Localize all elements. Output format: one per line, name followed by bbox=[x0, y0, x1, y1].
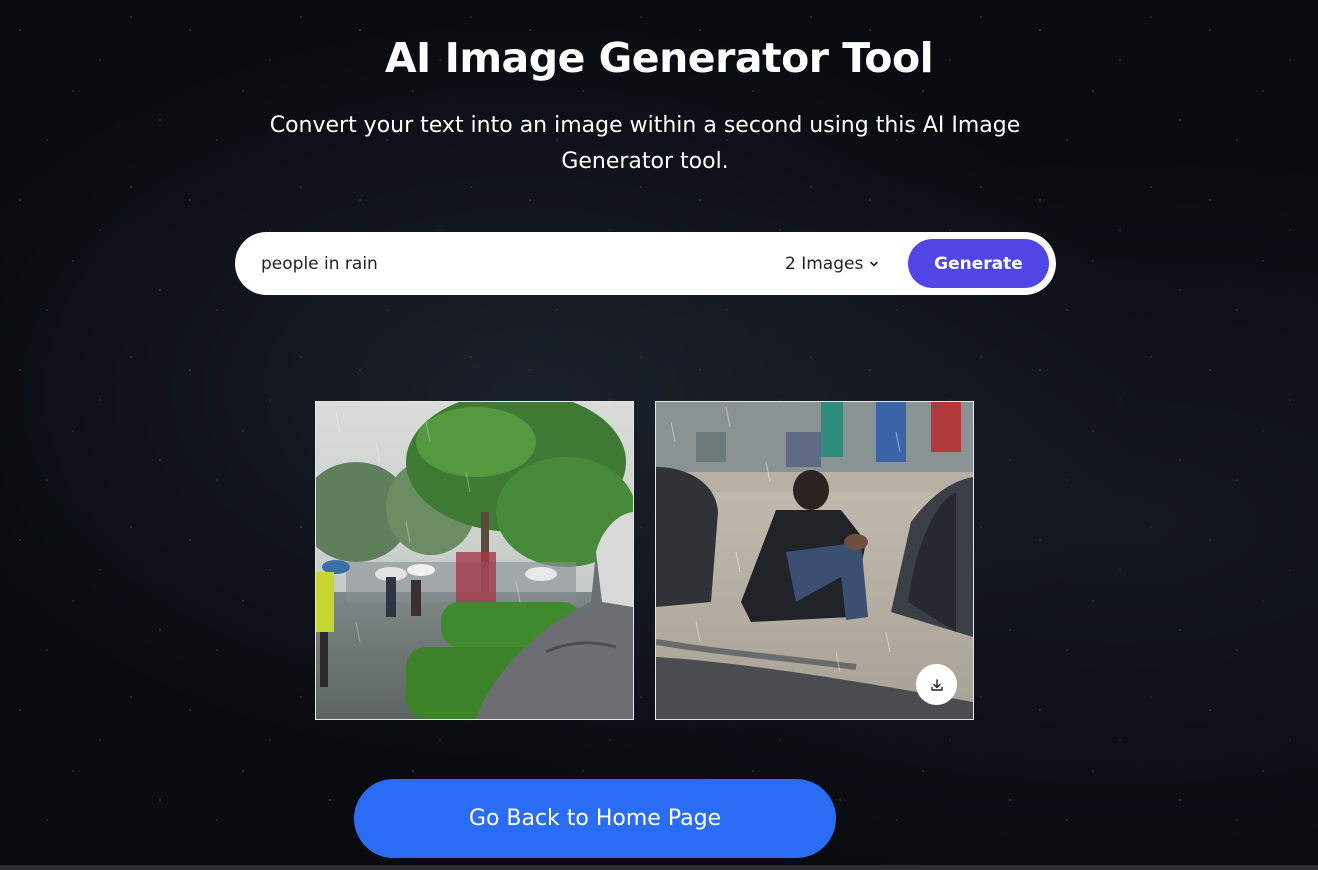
download-icon bbox=[930, 678, 943, 691]
image-count-select[interactable]: 2 Images bbox=[785, 250, 879, 278]
page-subtitle: Convert your text into an image within a… bbox=[269, 113, 1021, 174]
chevron-down-icon bbox=[870, 261, 879, 267]
prompt-input[interactable] bbox=[261, 244, 741, 284]
prompt-bar: 2 Images Generate bbox=[235, 232, 1056, 295]
bottom-strip bbox=[0, 865, 1318, 870]
generated-image-1[interactable] bbox=[315, 401, 634, 720]
generated-image-2[interactable] bbox=[655, 401, 974, 720]
home-page-button[interactable]: Go Back to Home Page bbox=[354, 779, 836, 858]
image-count-label: 2 Images bbox=[785, 254, 864, 274]
page: AI Image Generator Tool Convert your tex… bbox=[0, 0, 1318, 870]
download-button[interactable] bbox=[916, 664, 957, 705]
page-title: AI Image Generator Tool bbox=[384, 34, 934, 82]
generate-button[interactable]: Generate bbox=[908, 239, 1049, 288]
rain-park-image bbox=[316, 402, 633, 719]
